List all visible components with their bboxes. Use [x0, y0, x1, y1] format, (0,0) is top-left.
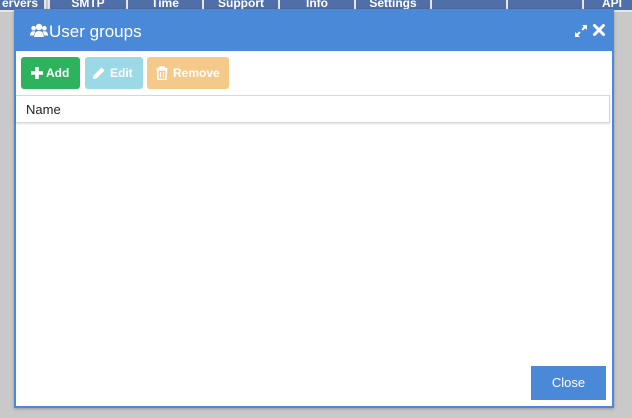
dialog-title-bar[interactable]: User groups [16, 11, 612, 51]
remove-button[interactable]: Remove [147, 57, 229, 89]
plus-icon [31, 67, 43, 79]
dialog-title: User groups [49, 22, 142, 41]
remove-button-label: Remove [173, 66, 220, 80]
edit-button-label: Edit [110, 66, 133, 80]
user-groups-dialog: User groups Add Edit Remove Name Close [14, 9, 614, 408]
trash-icon [156, 66, 168, 80]
add-button[interactable]: Add [21, 57, 80, 89]
edit-button[interactable]: Edit [85, 57, 143, 89]
pencil-icon [93, 67, 105, 79]
close-button[interactable]: Close [531, 366, 606, 400]
add-button-label: Add [46, 66, 70, 80]
table-header: Name [16, 95, 610, 123]
close-icon[interactable] [592, 23, 606, 37]
users-icon [30, 23, 48, 37]
column-header-name[interactable]: Name [26, 96, 61, 124]
expand-icon[interactable] [574, 24, 588, 38]
table-body [16, 123, 612, 353]
